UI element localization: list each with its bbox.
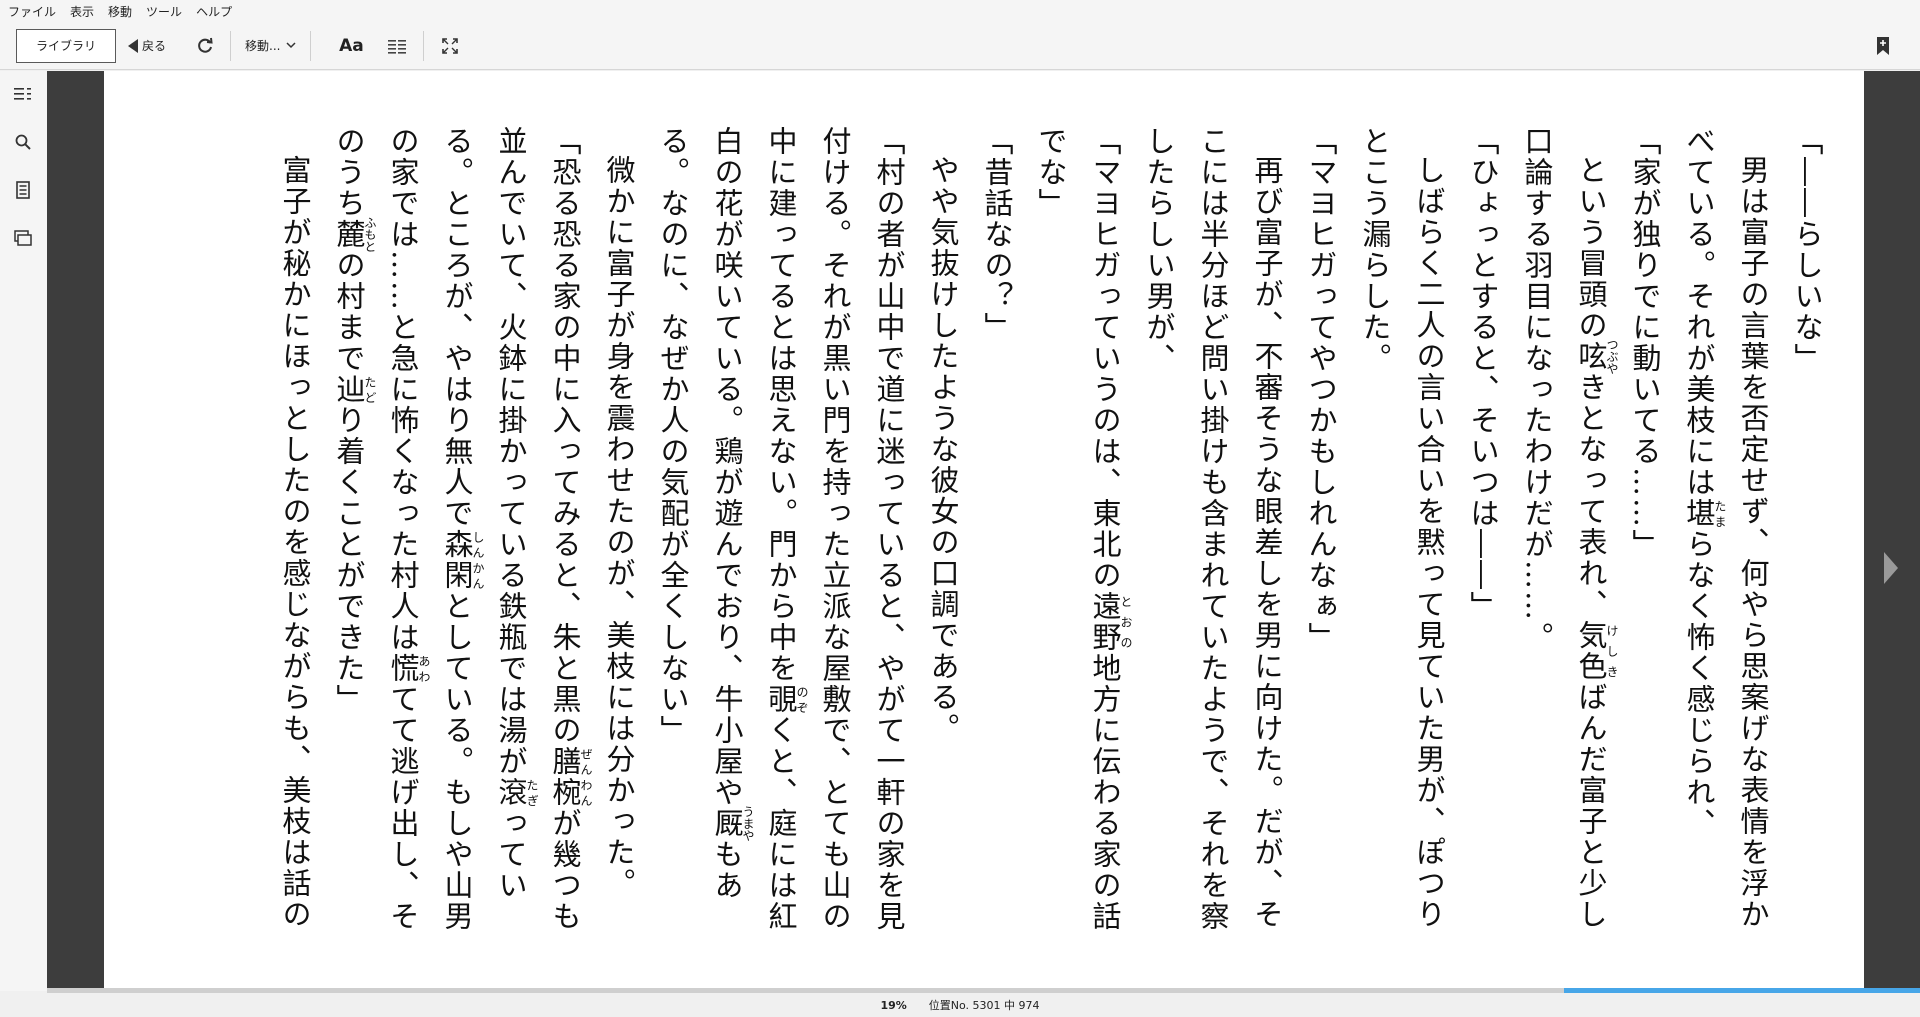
- paragraph: 「マヨヒガっていうのは、東北の遠野とおの地方に伝わる家の話でな」: [1034, 126, 1133, 932]
- paragraph: 「家が独りでに動いてる……」: [1628, 126, 1662, 560]
- layout-icon: [388, 39, 407, 54]
- paragraph: 微かに富子が身を震わせたのが、美枝には分かった。: [602, 155, 636, 899]
- ruby-annotation: 辿たど: [332, 374, 377, 405]
- progress-percent: 19%: [880, 998, 907, 1012]
- toolbar-separator: [310, 30, 312, 61]
- paragraph: しばらく二人の言い合いを黙って見ていた男が、ぽつりとこう漏らした。: [1358, 126, 1446, 930]
- search-button[interactable]: [12, 131, 34, 153]
- paragraph: やや気抜けしたような彼女の口調である。: [926, 155, 960, 744]
- location-indicator: 位置No. 5301 中 974: [928, 999, 1040, 1012]
- paragraph: 「昔話なの？」: [980, 126, 1014, 343]
- flashcards-icon: [14, 230, 32, 246]
- layout-button[interactable]: [385, 29, 409, 63]
- toolbar-separator: [423, 30, 425, 61]
- side-rail: [0, 71, 47, 991]
- ruby-annotation: 慌あわ: [386, 653, 431, 684]
- back-button[interactable]: 戻る: [128, 29, 166, 63]
- flashcards-button[interactable]: [12, 227, 34, 249]
- ruby-annotation: 森閑しんかん: [440, 529, 485, 591]
- paragraph: 男は富子の言葉を否定せず、何やら思案げな表情を浮かべている。それが美枝には堪たま…: [1682, 126, 1770, 930]
- menu-file[interactable]: ファイル: [8, 3, 56, 20]
- search-icon: [15, 134, 31, 150]
- page-text-frame: 「――らしいな」 男は富子の言葉を否定せず、何やら思案げな表情を浮かべている。それ…: [214, 126, 1834, 956]
- notes-button[interactable]: [12, 179, 34, 201]
- next-page-arrow-icon[interactable]: [1884, 552, 1898, 584]
- refresh-icon: [198, 37, 213, 53]
- paragraph: 「マヨヒガってやつかもしれんなぁ」: [1304, 126, 1338, 653]
- back-arrow-icon: [128, 38, 138, 53]
- ruby-annotation: 麓ふもと: [332, 216, 377, 253]
- goto-dropdown[interactable]: 移動...: [245, 29, 296, 63]
- menu-view[interactable]: 表示: [70, 3, 94, 20]
- vertical-text: 「――らしいな」 男は富子の言葉を否定せず、何やら思案げな表情を浮かべている。それ…: [214, 126, 1834, 956]
- ruby-annotation: 遠野とおの: [1088, 591, 1133, 653]
- paragraph: 富子が秘かにほっとしたのを感じながらも、美枝は話の: [278, 155, 312, 930]
- toolbar: ライブラリ 戻る 移動... Aa: [0, 22, 1920, 70]
- ruby-annotation: 気色けしき: [1574, 620, 1619, 682]
- chevron-down-icon: [286, 42, 296, 49]
- menu-tools[interactable]: ツール: [146, 3, 182, 20]
- paragraph: 「恐る恐る家の中に入ってみると、朱と黒の膳椀ぜんわんが幾つも並んでいて、火鉢に掛…: [332, 126, 593, 932]
- font-settings-button[interactable]: Aa: [335, 29, 367, 63]
- ruby-annotation: 厩うまや: [710, 805, 755, 842]
- back-button-label: 戻る: [142, 39, 167, 53]
- status-bar: 19% 位置No. 5301 中 974: [0, 993, 1920, 1017]
- ruby-annotation: 膳椀ぜんわん: [548, 746, 593, 808]
- library-button[interactable]: ライブラリ: [16, 28, 116, 63]
- ruby-annotation: 呟つぶや: [1574, 338, 1619, 375]
- bookmark-icon: [1877, 37, 1889, 55]
- bookmark-button[interactable]: [1876, 36, 1890, 56]
- fullscreen-icon: [442, 37, 459, 54]
- goto-dropdown-label: 移動...: [245, 39, 281, 53]
- book-page[interactable]: 「――らしいな」 男は富子の言葉を否定せず、何やら思案げな表情を浮かべている。それ…: [104, 71, 1864, 991]
- paragraph: という冒頭の呟つぶやきとなって表れ、気色けしきばんだ富子と少し口論する羽目になっ…: [1520, 126, 1619, 930]
- fullscreen-button[interactable]: [438, 29, 462, 63]
- refresh-button[interactable]: [194, 29, 216, 63]
- menu-go[interactable]: 移動: [108, 3, 132, 20]
- paragraph: 「――らしいな」: [1790, 126, 1824, 374]
- toolbar-separator: [230, 30, 232, 61]
- toc-icon: [14, 88, 31, 100]
- menu-help[interactable]: ヘルプ: [196, 3, 232, 20]
- paragraph: 「村の者が山中で道に迷っていると、やがて一軒の家を見付ける。それが黒い門を持った…: [656, 126, 906, 932]
- ruby-annotation: 覗のぞ: [764, 684, 809, 715]
- ruby-annotation: 堪たま: [1682, 498, 1727, 529]
- notes-icon: [16, 181, 30, 199]
- menu-bar: ファイル 表示 移動 ツール ヘルプ: [0, 0, 1920, 22]
- paragraph: 「ひょっとすると、そいつは――」: [1466, 126, 1500, 622]
- toc-button[interactable]: [12, 83, 34, 105]
- paragraph: 再び富子が、不審そうな眼差しを男に向けた。だが、そこには半分ほど問い掛けも含まれ…: [1142, 126, 1284, 932]
- ruby-annotation: 滾たぎ: [494, 777, 539, 808]
